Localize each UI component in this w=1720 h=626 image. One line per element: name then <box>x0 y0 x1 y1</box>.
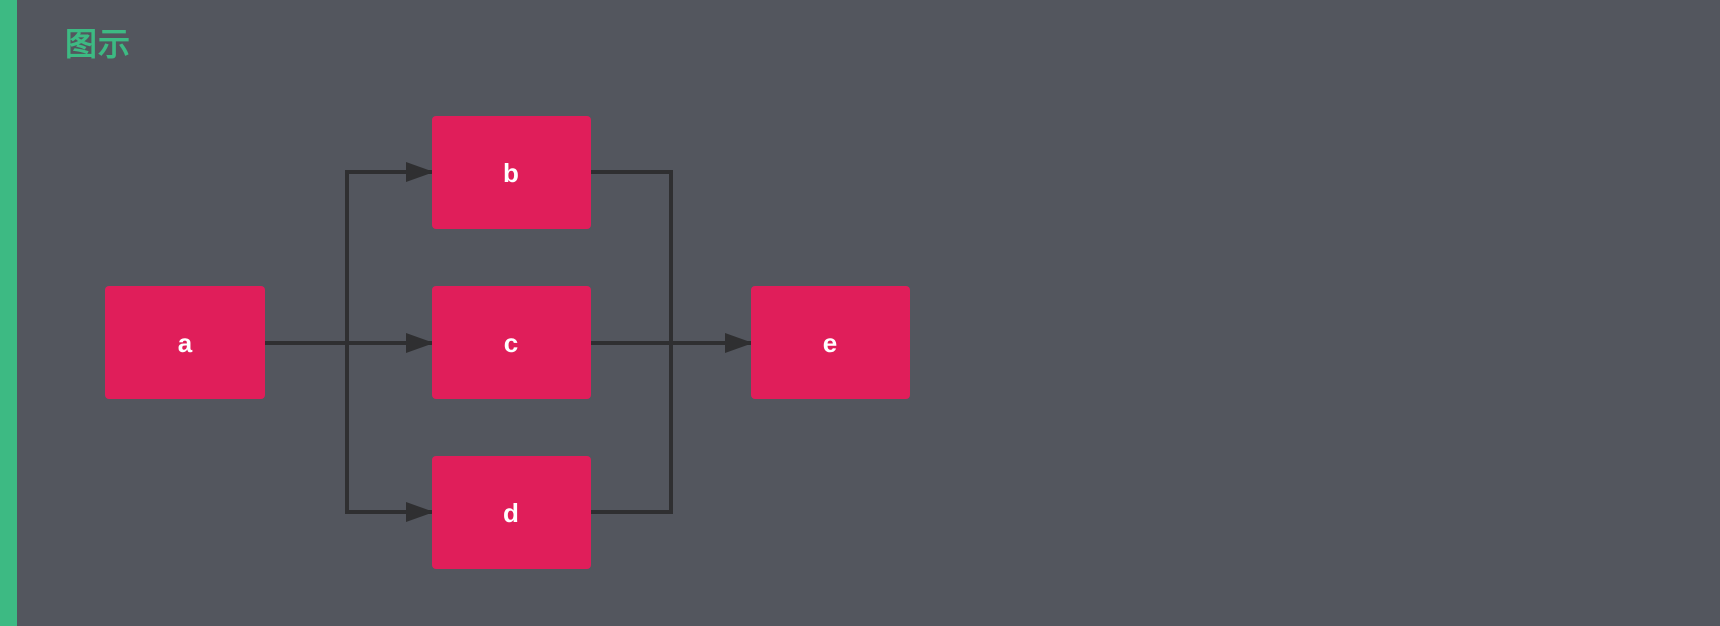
node-b: b <box>432 116 591 229</box>
edge-b-e <box>591 170 673 343</box>
node-d-label: d <box>503 498 519 528</box>
edge-a-d <box>345 343 434 522</box>
node-c-label: c <box>504 328 518 358</box>
node-a: a <box>105 286 265 399</box>
node-a-label: a <box>178 328 193 358</box>
node-e: e <box>751 286 910 399</box>
node-e-label: e <box>823 328 837 358</box>
flow-diagram: a b c d e <box>105 116 910 569</box>
node-d: d <box>432 456 591 569</box>
node-b-label: b <box>503 158 519 188</box>
edge-a-b <box>265 162 434 345</box>
edge-d-e <box>591 343 673 514</box>
node-c: c <box>432 286 591 399</box>
